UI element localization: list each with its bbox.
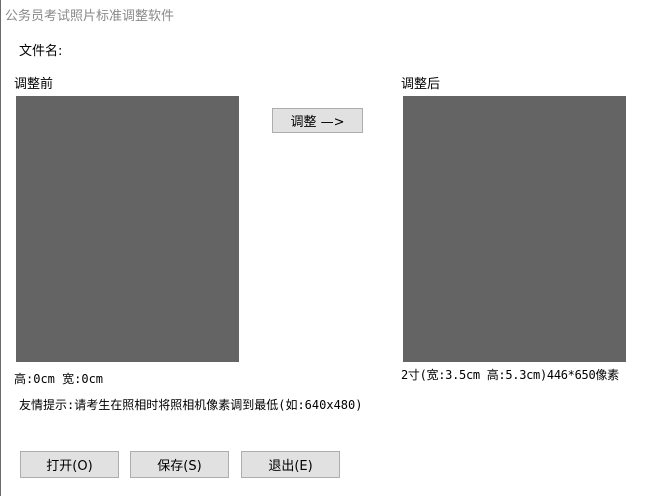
after-label: 调整后 xyxy=(401,77,441,92)
adjust-button[interactable]: 调整 —> xyxy=(272,108,363,133)
before-label: 调整前 xyxy=(14,77,54,92)
open-button[interactable]: 打开(O) xyxy=(20,451,119,478)
tip-text: 友情提示:请考生在照相时将照相机像素调到最低(如:640x480) xyxy=(19,398,363,412)
exit-button[interactable]: 退出(E) xyxy=(241,451,340,478)
window-title: 公务员考试照片标准调整软件 xyxy=(5,9,175,24)
app-window: 公务员考试照片标准调整软件 文件名: 调整前 高:0cm 宽:0cm 调整 —>… xyxy=(0,0,652,496)
save-button[interactable]: 保存(S) xyxy=(130,451,229,478)
before-photo-preview xyxy=(16,96,239,362)
before-dimensions: 高:0cm 宽:0cm xyxy=(14,372,104,386)
after-photo-preview xyxy=(403,96,626,362)
after-size-spec: 2寸(宽:3.5cm 高:5.3cm)446*650像素 xyxy=(401,368,619,382)
file-name-label: 文件名: xyxy=(19,44,63,59)
